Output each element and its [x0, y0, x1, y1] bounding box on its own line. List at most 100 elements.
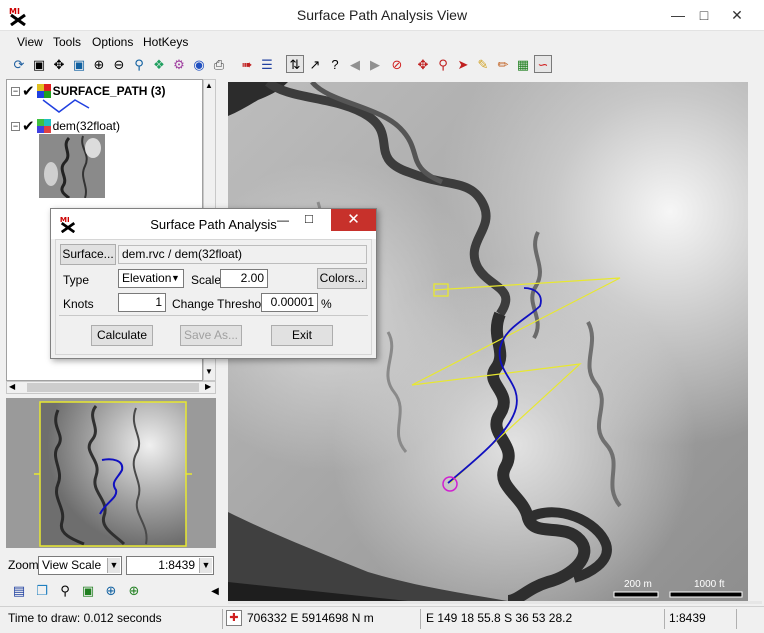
minimize-button[interactable]: —: [664, 0, 692, 30]
type-label: Type: [63, 273, 90, 287]
visible-check-icon[interactable]: ✔: [22, 84, 35, 99]
select-point-icon[interactable]: ⇅: [286, 55, 304, 73]
menu-tools[interactable]: Tools: [53, 35, 81, 49]
type-select[interactable]: Elevation ▼: [118, 269, 184, 288]
status-separator: [222, 609, 223, 629]
dialog-title-bar: MI Surface Path Analysis — □ ✕: [51, 209, 376, 239]
close-button[interactable]: ✕: [714, 0, 760, 30]
back-icon[interactable]: ◀: [346, 55, 364, 73]
knots-label: Knots: [63, 297, 94, 311]
pan-icon[interactable]: ✥: [50, 55, 68, 73]
groups-icon[interactable]: ❐: [33, 582, 51, 600]
zoom-scale-select[interactable]: 1:8439 ▼: [126, 556, 214, 575]
move-icon[interactable]: ✥: [414, 55, 432, 73]
dialog-close-button[interactable]: ✕: [331, 209, 376, 231]
surface-path-dialog: MI Surface Path Analysis — □ ✕ Surface..…: [50, 208, 377, 359]
crosshair-icon[interactable]: ✚: [226, 610, 242, 626]
threshold-label: Change Threshold: [172, 297, 271, 311]
status-separator: [420, 609, 421, 629]
type-value: Elevation: [122, 271, 172, 285]
layer-name: SURFACE_PATH (3): [52, 84, 166, 98]
forward-icon[interactable]: ▶: [366, 55, 384, 73]
zoom-label: Zoom: [8, 558, 39, 572]
zoom-layer-icon[interactable]: ⚲: [130, 55, 148, 73]
chevron-down-icon[interactable]: ▼: [169, 271, 182, 286]
zoom-tool-icon[interactable]: ⚲: [434, 55, 452, 73]
colors-button[interactable]: Colors...: [317, 268, 367, 289]
layer-manager-icon[interactable]: ☰: [258, 55, 276, 73]
layer-row-surface-path[interactable]: − ✔ SURFACE_PATH (3): [11, 83, 165, 99]
scale-label: Scale: [191, 273, 222, 287]
pointer-icon[interactable]: ➤: [454, 55, 472, 73]
stop-icon[interactable]: ⊘: [388, 55, 406, 73]
dialog-title: Surface Path Analysis: [150, 217, 277, 232]
chevron-down-icon[interactable]: ▼: [107, 558, 120, 573]
redraw-icon[interactable]: ⟳: [10, 55, 28, 73]
scale-bar-metric: 200 m: [624, 579, 652, 590]
map-vscrollbar[interactable]: [749, 82, 762, 601]
dem-thumbnail: [39, 134, 105, 198]
vector-layer-icon: [36, 84, 51, 98]
status-bar: Time to draw: 0.012 seconds ✚ 706332 E 5…: [0, 606, 764, 633]
zoom-extents-icon[interactable]: ❖: [150, 55, 168, 73]
zoom-out-icon[interactable]: ⊖: [110, 55, 128, 73]
overview-locator[interactable]: [6, 398, 216, 548]
surface-field: dem.rvc / dem(32float): [118, 245, 367, 264]
menu-view[interactable]: View: [17, 35, 43, 49]
profile-icon[interactable]: ∽: [534, 55, 552, 73]
zoom-locator-icon[interactable]: ⊕: [102, 582, 120, 600]
full-view-icon[interactable]: ▣: [30, 55, 48, 73]
raster-layer-icon: [36, 119, 51, 133]
zoom-mode-value: View Scale: [42, 558, 102, 572]
zoom-scale-value: 1:8439: [158, 558, 195, 572]
calculate-button[interactable]: Calculate: [91, 325, 153, 346]
exit-button[interactable]: Exit: [271, 325, 333, 346]
toolbar: ⟳ ▣ ✥ ▣ ⊕ ⊖ ⚲ ❖ ⚙ ◉ ⎙ ➠ ☰ ⇅ ↗ ? ◀ ▶ ⊘ ✥ …: [0, 53, 764, 77]
status-separator: [664, 609, 665, 629]
collapse-panel-icon[interactable]: ◀: [206, 582, 224, 600]
chevron-down-icon[interactable]: ▼: [199, 558, 212, 573]
search-icon[interactable]: ⚲: [56, 582, 74, 600]
dialog-divider: [59, 315, 368, 316]
status-separator: [736, 609, 737, 629]
scroll-left-icon[interactable]: ◀: [9, 382, 15, 391]
map-hscrollbar[interactable]: [228, 601, 762, 604]
surface-button[interactable]: Surface...: [60, 244, 116, 265]
scroll-down-icon[interactable]: ▼: [205, 367, 213, 376]
query-icon[interactable]: ?: [326, 55, 344, 73]
legend-icon[interactable]: ▤: [10, 582, 28, 600]
add-layer-icon[interactable]: ➠: [238, 55, 256, 73]
zoom-active-icon[interactable]: ⊕: [125, 582, 143, 600]
threshold-unit: %: [321, 297, 332, 311]
measure-icon[interactable]: ↗: [306, 55, 324, 73]
dialog-minimize-button[interactable]: —: [277, 213, 289, 227]
menu-hotkeys[interactable]: HotKeys: [143, 35, 188, 49]
scroll-right-icon[interactable]: ▶: [205, 382, 211, 391]
visible-check-icon[interactable]: ✔: [22, 119, 35, 134]
globe-icon[interactable]: ◉: [190, 55, 208, 73]
map-coordinates: 706332 E 5914698 N m: [247, 611, 374, 625]
image-icon[interactable]: ▦: [514, 55, 532, 73]
hscroll-thumb[interactable]: [27, 383, 199, 392]
scroll-up-icon[interactable]: ▲: [205, 81, 213, 90]
dialog-maximize-button[interactable]: □: [305, 211, 313, 226]
pencil-icon[interactable]: ✎: [474, 55, 492, 73]
knots-input[interactable]: 1: [118, 293, 166, 312]
collapse-icon[interactable]: −: [11, 86, 20, 96]
menu-options[interactable]: Options: [92, 35, 133, 49]
scale-bar-imperial: 1000 ft: [694, 579, 725, 590]
zoom-box-icon[interactable]: ▣: [70, 55, 88, 73]
edit-icon[interactable]: ✏: [494, 55, 512, 73]
layer-list-hscrollbar[interactable]: ◀ ▶: [6, 381, 216, 394]
collapse-icon[interactable]: −: [11, 121, 20, 131]
draw-time: Time to draw: 0.012 seconds: [8, 611, 162, 625]
print-icon[interactable]: ⎙: [210, 55, 228, 73]
zoom-mode-select[interactable]: View Scale ▼: [38, 556, 122, 575]
zoom-in-icon[interactable]: ⊕: [90, 55, 108, 73]
map-latlon: E 149 18 55.8 S 36 53 28.2: [426, 611, 573, 625]
threshold-input[interactable]: 0.00001: [261, 293, 318, 312]
overview-icon[interactable]: ▣: [79, 582, 97, 600]
scale-input[interactable]: 2.00: [220, 269, 268, 288]
layer-row-dem[interactable]: − ✔ dem(32float): [11, 118, 120, 134]
zoom-previous-icon[interactable]: ⚙: [170, 55, 188, 73]
